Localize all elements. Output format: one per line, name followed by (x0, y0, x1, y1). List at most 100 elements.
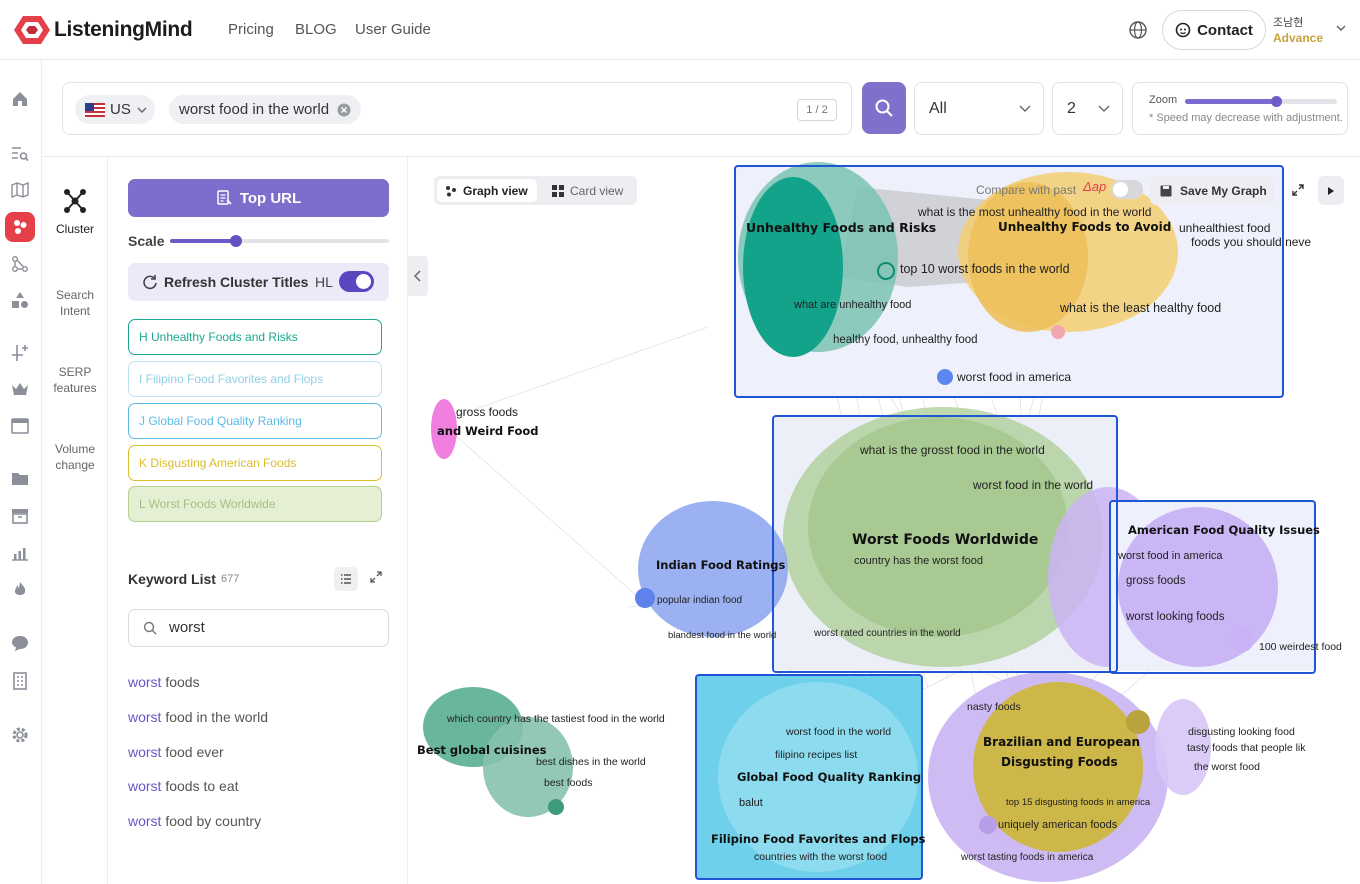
keyword-row[interactable]: worst food ever (128, 744, 224, 760)
graph-label: worst looking foods (1125, 611, 1225, 623)
contact-button[interactable]: Contact (1162, 10, 1266, 50)
building-icon[interactable] (9, 670, 31, 692)
search-list-icon[interactable] (9, 143, 31, 165)
nav-user-guide[interactable]: User Guide (355, 21, 431, 38)
fullscreen-button[interactable] (1286, 177, 1310, 203)
country-select[interactable]: US (75, 95, 155, 124)
keyword-row[interactable]: worst foods (128, 674, 200, 690)
play-button[interactable] (1318, 176, 1344, 205)
analysis-subnav: Cluster Search Intent SERP features Volu… (42, 157, 108, 884)
graph-label: Unhealthy Foods and Risks (746, 220, 936, 235)
path-icon[interactable] (9, 253, 31, 275)
user-name[interactable]: 조남현 (1273, 14, 1303, 30)
scale-slider-fill (170, 239, 236, 243)
keyword-chip[interactable]: worst food in the world (169, 95, 362, 124)
keyword-search-bar: US worst food in the world 1 / 2 (62, 82, 852, 135)
keyword-row[interactable]: worst food in the world (128, 709, 268, 725)
scale-slider[interactable] (170, 235, 389, 247)
crown-icon[interactable] (9, 378, 31, 400)
refresh-cluster-titles-button[interactable]: Refresh Cluster Titles HL (128, 263, 389, 301)
graph-label: Best global cuisines (417, 743, 547, 757)
nav-pricing[interactable]: Pricing (228, 21, 274, 38)
archive-icon[interactable] (9, 415, 31, 437)
keyword-row[interactable]: worst foods to eat (128, 778, 239, 794)
graph-label: nasty foods (967, 701, 1021, 713)
keyword-count: 677 (221, 573, 240, 585)
keyword-filter-input[interactable] (169, 619, 369, 636)
graph-label: top 15 disgusting foods in america (1006, 797, 1151, 808)
map-icon[interactable] (9, 179, 31, 201)
expand-icon[interactable] (370, 571, 382, 583)
compare-with-past-toggle[interactable] (1111, 180, 1143, 199)
globe-icon[interactable] (1128, 20, 1148, 40)
zoom-slider[interactable] (1185, 96, 1337, 107)
keyword-list-title: Keyword List (128, 571, 216, 587)
graph-label: gross foods (456, 405, 518, 419)
subnav-serp-features[interactable]: SERP features (42, 364, 108, 396)
graph-label: Disgusting Foods (1001, 755, 1118, 769)
graph-label: worst food in america (956, 370, 1071, 384)
card-view-button[interactable]: Card view (544, 179, 631, 202)
graph-view-button[interactable]: Graph view (437, 179, 537, 202)
cluster-icon[interactable] (5, 212, 35, 242)
chart-icon[interactable] (9, 542, 31, 564)
refresh-icon (143, 275, 157, 290)
cluster-item[interactable]: J Global Food Quality Ranking (128, 403, 382, 439)
keyword-row[interactable]: worst food by country (128, 813, 261, 829)
folder-icon[interactable] (9, 468, 31, 490)
graph-label: what is the least healthy food (1059, 301, 1221, 315)
graph-label: Worst Foods Worldwide (852, 532, 1038, 548)
subnav-volume-change[interactable]: Volume change (42, 441, 108, 473)
document-icon (217, 190, 232, 205)
top-url-button[interactable]: Top URL (128, 179, 389, 217)
hl-toggle[interactable] (339, 271, 374, 292)
zoom-slider-handle[interactable] (1271, 96, 1283, 107)
cluster-item[interactable]: K Disgusting American Foods (128, 445, 382, 481)
logo[interactable]: ListeningMind (14, 14, 193, 46)
nav-blog[interactable]: BLOG (295, 21, 337, 38)
search-button[interactable] (862, 82, 906, 134)
save-icon (1160, 185, 1172, 196)
graph-label: unhealthiest food (1179, 221, 1270, 235)
cluster-item[interactable]: I Filipino Food Favorites and Flops (128, 361, 382, 397)
filter-select[interactable]: All (914, 82, 1044, 135)
listeningmind-logo-icon (14, 16, 50, 44)
box-icon[interactable] (9, 505, 31, 527)
fire-icon[interactable] (9, 579, 31, 601)
shapes-icon[interactable] (9, 289, 31, 311)
chevron-down-icon[interactable] (1336, 24, 1346, 32)
list-view-button[interactable] (334, 567, 358, 591)
graph-label: top 10 worst foods in the world (900, 262, 1070, 276)
graph-label: the worst food (1194, 761, 1260, 773)
graph-label: Brazilian and European (983, 735, 1140, 749)
us-flag-icon (85, 102, 105, 117)
graph-label: worst rated countries in the world (813, 628, 961, 639)
cluster-item[interactable]: H Unhealthy Foods and Risks (128, 319, 382, 355)
keyword-rest: foods to eat (161, 778, 239, 794)
home-icon[interactable] (9, 88, 31, 110)
graph-view-label: Graph view (463, 183, 528, 198)
graph-label: best dishes in the world (536, 756, 646, 768)
keyword-rest: foods (161, 674, 200, 690)
depth-select[interactable]: 2 (1052, 82, 1123, 135)
save-my-graph-button[interactable]: Save My Graph (1150, 176, 1274, 205)
chat-icon[interactable] (9, 632, 31, 654)
subnav-search-intent[interactable]: Search Intent (42, 287, 108, 319)
contact-label: Contact (1197, 21, 1253, 39)
keyword-rest: food in the world (161, 709, 269, 725)
keyword-highlight: worst (128, 709, 162, 725)
cluster-item[interactable]: L Worst Foods Worldwide (128, 486, 382, 522)
cluster-graph[interactable]: Unhealthy Foods and Risks Unhealthy Food… (408, 157, 1360, 884)
keyword-chip-label: worst food in the world (179, 101, 330, 118)
clear-icon[interactable] (337, 103, 351, 117)
app-name: ListeningMind (54, 18, 193, 41)
gear-icon[interactable] (9, 724, 31, 746)
grid-plus-icon[interactable] (9, 342, 31, 364)
cluster-network-icon (64, 189, 86, 213)
subnav-cluster[interactable]: Cluster (42, 187, 108, 237)
refresh-cluster-titles-label: Refresh Cluster Titles (164, 274, 309, 290)
keyword-filter-box (128, 609, 389, 647)
zoom-slider-fill (1185, 99, 1277, 104)
scale-slider-handle[interactable] (229, 235, 242, 247)
chevron-down-icon (1019, 105, 1031, 112)
